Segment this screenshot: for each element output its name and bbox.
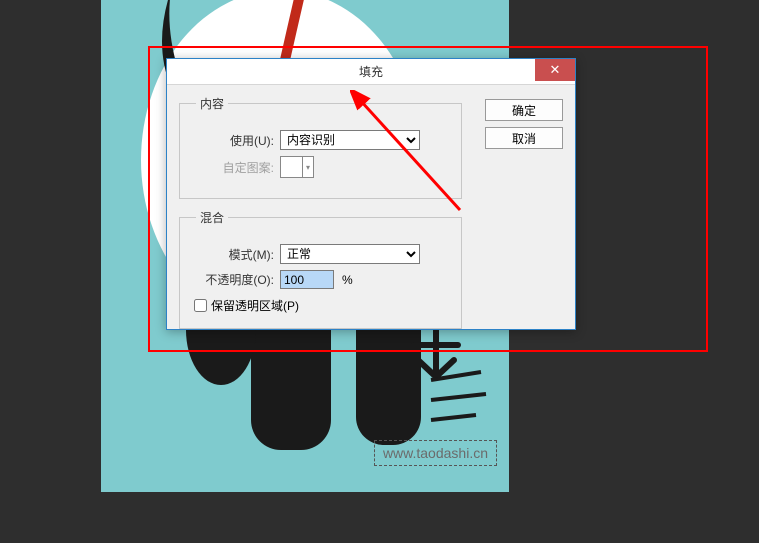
preserve-transparency-label: 保留透明区域(P) xyxy=(211,297,299,314)
dialog-title: 填充 xyxy=(359,63,383,80)
close-button[interactable]: ✕ xyxy=(535,59,575,81)
watermark-selection: www.taodashi.cn xyxy=(374,440,497,466)
pattern-label: 自定图案: xyxy=(190,159,280,176)
button-column: 确定 取消 xyxy=(485,99,563,149)
opacity-input[interactable] xyxy=(280,270,334,289)
blend-legend: 混合 xyxy=(196,209,228,226)
cancel-button[interactable]: 取消 xyxy=(485,127,563,149)
blend-group: 混合 模式(M): 正常 不透明度(O): % 保留透明区域(P) xyxy=(179,209,462,329)
mode-select[interactable]: 正常 xyxy=(280,244,420,264)
content-group: 内容 使用(U): 内容识别 自定图案: ▾ xyxy=(179,95,462,199)
pattern-swatch: ▾ xyxy=(280,156,314,178)
watermark-text: www.taodashi.cn xyxy=(383,445,488,461)
use-select[interactable]: 内容识别 xyxy=(280,130,420,150)
dialog-body: 内容 使用(U): 内容识别 自定图案: ▾ 混合 模式(M): 正常 xyxy=(167,85,575,349)
ok-button[interactable]: 确定 xyxy=(485,99,563,121)
content-legend: 内容 xyxy=(196,95,228,112)
dialog-titlebar[interactable]: 填充 ✕ xyxy=(167,59,575,85)
opacity-label: 不透明度(O): xyxy=(190,271,280,288)
mode-label: 模式(M): xyxy=(190,246,280,263)
close-icon: ✕ xyxy=(550,62,561,78)
fill-dialog: 填充 ✕ 内容 使用(U): 内容识别 自定图案: ▾ 混合 模式( xyxy=(166,58,576,330)
preserve-transparency-checkbox[interactable] xyxy=(194,299,207,312)
opacity-unit: % xyxy=(342,273,353,287)
use-label: 使用(U): xyxy=(190,132,280,149)
